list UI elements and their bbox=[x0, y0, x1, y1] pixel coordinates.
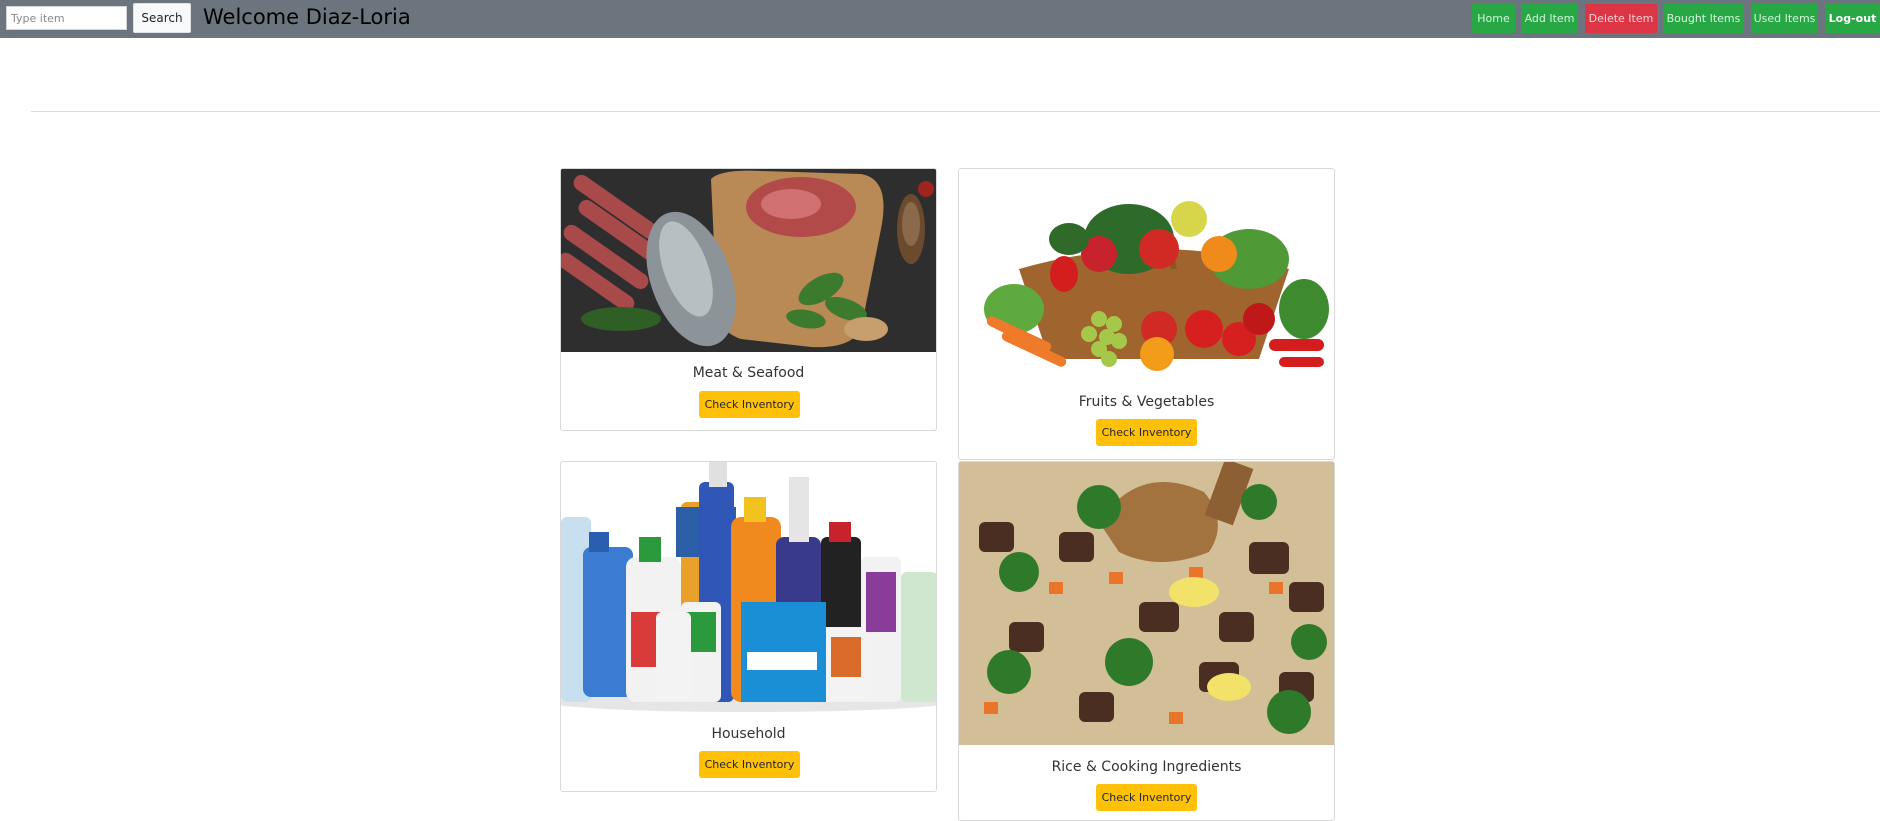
check-inventory-button[interactable]: Check Inventory bbox=[699, 391, 800, 418]
check-inventory-button[interactable]: Check Inventory bbox=[1096, 784, 1197, 811]
nav-delete-item-button[interactable]: Delete Item bbox=[1585, 4, 1657, 33]
card-title: Rice & Cooking Ingredients bbox=[1051, 759, 1242, 775]
category-card-fruits-vegetables: Fruits & Vegetables Check Inventory bbox=[958, 168, 1335, 460]
nav-add-item-button[interactable]: Add Item bbox=[1521, 4, 1578, 33]
logout-button[interactable]: Log-out bbox=[1825, 4, 1880, 33]
check-inventory-button[interactable]: Check Inventory bbox=[699, 751, 800, 778]
meat-seafood-image bbox=[561, 169, 936, 352]
category-card-meat-seafood: Meat & Seafood Check Inventory bbox=[560, 168, 937, 431]
card-title: Fruits & Vegetables bbox=[1078, 394, 1215, 410]
category-card-rice-cooking-ingredients: Rice & Cooking Ingredients Check Invento… bbox=[958, 461, 1335, 821]
search-button[interactable]: Search bbox=[133, 3, 191, 33]
household-image bbox=[561, 462, 936, 712]
fruits-vegetables-image bbox=[959, 169, 1334, 381]
header-divider bbox=[31, 111, 1880, 112]
search-input[interactable] bbox=[6, 6, 127, 30]
top-navbar: Search Welcome Diaz-Loria Home Add Item … bbox=[0, 0, 1880, 38]
nav-home-button[interactable]: Home bbox=[1472, 4, 1515, 33]
nav-used-items-button[interactable]: Used Items bbox=[1751, 4, 1818, 33]
check-inventory-button[interactable]: Check Inventory bbox=[1096, 419, 1197, 446]
welcome-title: Welcome Diaz-Loria bbox=[203, 5, 411, 29]
category-card-household: Household Check Inventory bbox=[560, 461, 937, 792]
nav-bought-items-button[interactable]: Bought Items bbox=[1663, 4, 1744, 33]
card-title: Meat & Seafood bbox=[692, 365, 805, 381]
rice-cooking-ingredients-image bbox=[959, 462, 1334, 745]
card-title: Household bbox=[711, 726, 786, 742]
